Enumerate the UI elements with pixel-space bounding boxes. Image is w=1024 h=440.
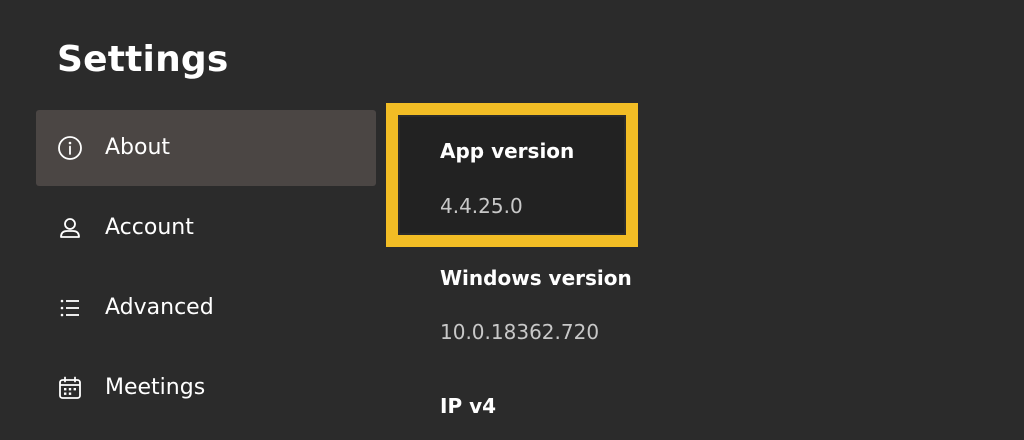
sidebar-item-label: Advanced (105, 295, 214, 320)
sidebar-item-about[interactable]: About (36, 110, 376, 186)
windows-version-label: Windows version (440, 266, 632, 290)
list-icon (57, 295, 83, 321)
sidebar-item-account[interactable]: Account (36, 190, 376, 266)
sidebar-item-label: Account (105, 215, 194, 240)
app-version-focus-highlight[interactable] (386, 103, 638, 247)
windows-version-value: 10.0.18362.720 (440, 320, 600, 344)
info-icon (57, 135, 83, 161)
app-version-label: App version (440, 139, 575, 163)
calendar-icon (57, 375, 83, 401)
sidebar-item-label: About (105, 135, 171, 160)
settings-page: Settings About Account Advanced Meetings… (0, 0, 1024, 440)
app-version-value: 4.4.25.0 (440, 194, 523, 218)
page-title: Settings (57, 39, 229, 80)
sidebar-item-label: Meetings (105, 375, 206, 400)
sidebar-item-advanced[interactable]: Advanced (36, 270, 376, 346)
ip-v4-label: IP v4 (440, 394, 497, 418)
settings-sidebar: About Account Advanced Meetings (36, 110, 376, 430)
sidebar-item-meetings[interactable]: Meetings (36, 350, 376, 426)
person-icon (57, 215, 83, 241)
